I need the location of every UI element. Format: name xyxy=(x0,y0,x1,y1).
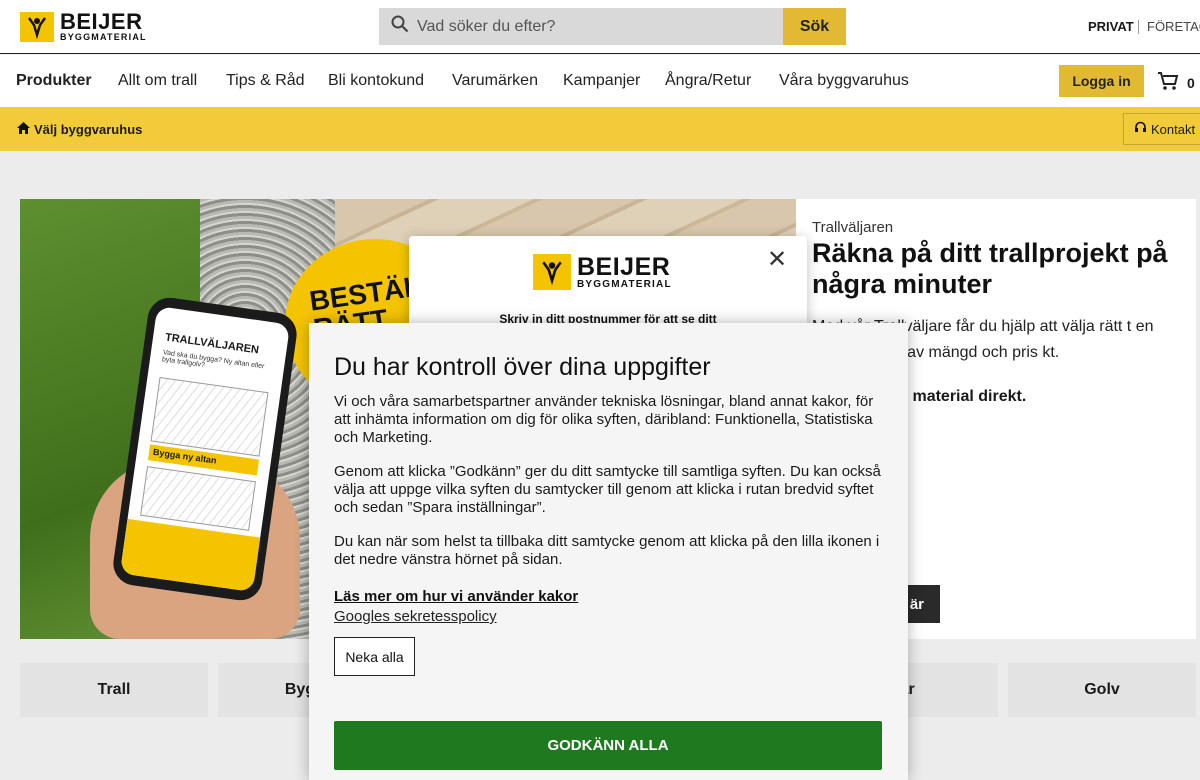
home-icon xyxy=(17,122,30,137)
nav-item-produkter[interactable]: Produkter xyxy=(16,72,92,90)
main-nav: Produkter Allt om trall Tips & Råd Bli k… xyxy=(0,55,1200,107)
cart-count: 0 xyxy=(1187,74,1195,91)
nav-item-varumarken[interactable]: Varumärken xyxy=(452,72,538,90)
login-button[interactable]: Logga in xyxy=(1059,65,1144,97)
logo-sub: BYGGMATERIAL xyxy=(60,32,147,42)
logo-mark-icon xyxy=(20,11,54,42)
search-box xyxy=(379,8,783,45)
nav-item-tips-rad[interactable]: Tips & Råd xyxy=(226,72,305,90)
hero-eyebrow: Trallväljaren xyxy=(812,219,894,236)
cookie-paragraph-1: Vi och våra samarbetspartner använder te… xyxy=(334,393,874,446)
logo-mark-icon xyxy=(533,254,571,290)
store-bar: Välj byggvaruhus Kontakt xyxy=(0,107,1200,151)
google-privacy-link[interactable]: Googles sekretesspolicy xyxy=(334,608,497,625)
segment-divider xyxy=(1138,20,1139,34)
category-tile-golv[interactable]: Golv xyxy=(1008,663,1196,717)
phone-illustration-2 xyxy=(140,466,256,531)
cookie-paragraph-2: Genom att klicka ”Godkänn” ger du ditt s… xyxy=(334,463,881,516)
choose-store-label: Välj byggvaruhus xyxy=(34,122,143,137)
logo-name: BEIJER xyxy=(60,9,143,34)
cookie-title: Du har kontroll över dina uppgifter xyxy=(334,353,711,381)
cart-button[interactable]: 0 xyxy=(1157,71,1195,94)
nav-item-bli-kontokund[interactable]: Bli kontokund xyxy=(328,72,424,90)
headset-icon xyxy=(1134,121,1147,137)
cookie-policy-link[interactable]: Läs mer om hur vi använder kakor xyxy=(334,588,578,605)
search-input[interactable] xyxy=(417,17,757,36)
hero-title: Räkna på ditt trallprojekt på några minu… xyxy=(812,238,1168,299)
deny-all-button[interactable]: Neka alla xyxy=(334,637,415,676)
category-tile-trall[interactable]: Trall xyxy=(20,663,208,717)
postcode-logo-sub: BYGGMATERIAL xyxy=(577,278,672,290)
contact-button[interactable]: Kontakt xyxy=(1123,113,1200,145)
nav-item-allt-om-trall[interactable]: Allt om trall xyxy=(118,72,197,90)
choose-store-link[interactable]: Välj byggvaruhus xyxy=(17,122,142,137)
contact-label: Kontakt xyxy=(1151,121,1196,137)
top-header: BEIJER BYGGMATERIAL Sök PRIVAT FÖRETAG xyxy=(0,0,1200,54)
nav-item-angra-retur[interactable]: Ångra/Retur xyxy=(665,72,751,90)
phone-summary xyxy=(119,518,261,593)
search-icon xyxy=(391,15,409,38)
segment-business[interactable]: FÖRETAG xyxy=(1147,19,1200,34)
logo[interactable]: BEIJER BYGGMATERIAL xyxy=(20,11,147,42)
cookie-paragraph-3: Du kan när som helst ta tillbaka ditt sa… xyxy=(334,533,880,568)
phone-screen: TRALLVÄLJAREN Vad ska du bygga? Ny altan… xyxy=(119,305,291,593)
postcode-logo-name: BEIJER xyxy=(577,252,671,281)
nav-item-vara-byggvaruhus[interactable]: Våra byggvaruhus xyxy=(779,72,909,90)
close-icon[interactable]: ✕ xyxy=(765,248,789,272)
accept-all-button[interactable]: GODKÄNN ALLA xyxy=(334,721,882,770)
postcode-modal-logo: BEIJER BYGGMATERIAL xyxy=(533,254,672,290)
cookie-consent-dialog: Du har kontroll över dina uppgifter Vi o… xyxy=(309,323,908,780)
search-button[interactable]: Sök xyxy=(783,8,846,45)
cart-icon xyxy=(1157,71,1179,94)
nav-item-kampanjer[interactable]: Kampanjer xyxy=(563,72,640,90)
segment-private[interactable]: PRIVAT xyxy=(1088,19,1134,34)
phone-illustration xyxy=(150,376,269,457)
